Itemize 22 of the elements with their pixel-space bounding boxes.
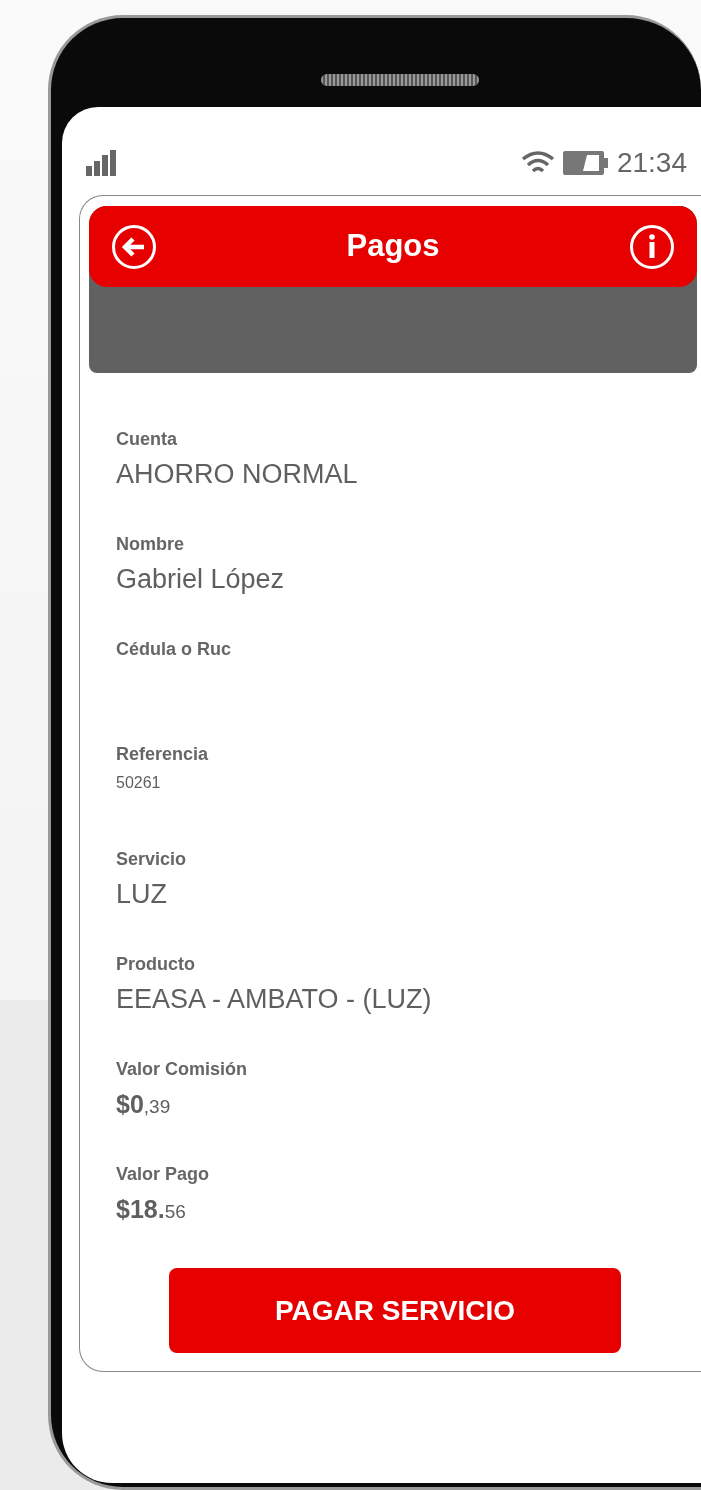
field-value: Gabriel López	[116, 563, 286, 595]
field-value: EEASA - AMBATO - (LUZ)	[116, 983, 433, 1015]
back-icon[interactable]	[111, 223, 157, 270]
field-label: Cédula o Ruc	[116, 638, 232, 660]
info-icon[interactable]	[629, 223, 675, 270]
field-label: Nombre	[116, 533, 185, 555]
field-value: 50261	[116, 773, 162, 793]
pay-service-button[interactable]: PAGAR SERVICIO	[169, 1268, 621, 1353]
amount-value: $0,39	[116, 1089, 172, 1120]
field-value: LUZ	[116, 878, 168, 910]
field-label: Producto	[116, 953, 196, 975]
clock-time: 21:34	[616, 149, 687, 177]
field-value: AHORRO NORMAL	[116, 458, 359, 490]
signal-icon	[86, 150, 118, 176]
battery-icon	[562, 150, 609, 176]
amount-value: $18.56	[116, 1194, 187, 1225]
field-label: Valor Comisión	[116, 1058, 249, 1080]
field-label: Referencia	[116, 743, 210, 765]
field-label: Cuenta	[116, 428, 178, 450]
field-label: Valor Pago	[116, 1163, 211, 1185]
page-title: Pagos	[346, 227, 440, 266]
field-label: Servicio	[116, 848, 188, 870]
